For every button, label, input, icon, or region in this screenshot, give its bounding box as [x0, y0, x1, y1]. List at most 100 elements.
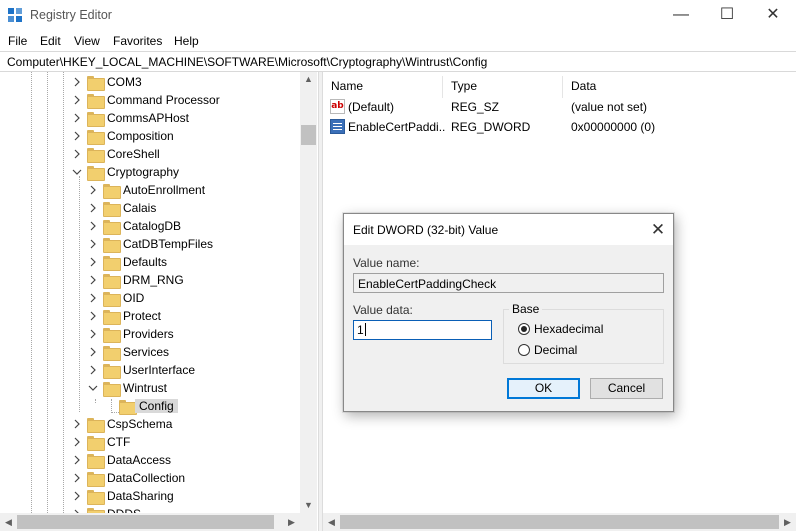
chevron-right-icon[interactable]	[88, 275, 98, 285]
folder-icon	[87, 472, 105, 487]
folder-icon	[103, 292, 121, 307]
tree-item-com3[interactable]: COM3	[0, 73, 300, 91]
scroll-right-icon[interactable]: ▶	[779, 517, 796, 528]
tree-item-oid[interactable]: OID	[0, 289, 300, 307]
tree-item-label: Protect	[123, 309, 162, 323]
tree-item-autoenrollment[interactable]: AutoEnrollment	[0, 181, 300, 199]
tree-item-userinterface[interactable]: UserInterface	[0, 361, 300, 379]
chevron-right-icon[interactable]	[88, 311, 98, 321]
tree-item-label: Wintrust	[123, 381, 168, 395]
chevron-right-icon[interactable]	[88, 185, 98, 195]
chevron-right-icon[interactable]	[72, 437, 82, 447]
hexadecimal-label[interactable]: Hexadecimal	[534, 322, 603, 336]
chevron-right-icon[interactable]	[72, 77, 82, 87]
tree-horizontal-scrollbar[interactable]: ◀ ▶	[0, 513, 300, 531]
tree-item-cspschema[interactable]: CspSchema	[0, 415, 300, 433]
menu-edit[interactable]: Edit	[40, 34, 61, 48]
column-name[interactable]: Name	[331, 79, 363, 93]
tree-item-datacollection[interactable]: DataCollection	[0, 469, 300, 487]
dialog-title-bar: Edit DWORD (32-bit) Value ✕	[344, 214, 673, 245]
chevron-right-icon[interactable]	[72, 95, 82, 105]
tree-item-cryptography[interactable]: Cryptography	[0, 163, 300, 181]
folder-icon	[87, 148, 105, 163]
close-button[interactable]: ✕	[750, 0, 796, 31]
tree-item-composition[interactable]: Composition	[0, 127, 300, 145]
decimal-radio[interactable]	[518, 344, 530, 356]
chevron-right-icon[interactable]	[88, 293, 98, 303]
tree-vertical-scrollbar[interactable]: ▲ ▼	[300, 72, 317, 513]
list-horizontal-scrollbar[interactable]: ◀ ▶	[323, 513, 796, 531]
tree-item-label: CatalogDB	[123, 219, 182, 233]
chevron-right-icon[interactable]	[88, 203, 98, 213]
registry-editor-icon	[8, 8, 23, 23]
tree-item-wintrust[interactable]: Wintrust	[0, 379, 300, 397]
cancel-button[interactable]: Cancel	[590, 378, 663, 399]
ok-button[interactable]: OK	[507, 378, 580, 399]
minimize-button[interactable]: —	[658, 0, 704, 31]
scroll-left-icon[interactable]: ◀	[0, 517, 17, 528]
chevron-right-icon[interactable]	[72, 113, 82, 123]
scroll-down-icon[interactable]: ▼	[300, 500, 317, 510]
menu-view[interactable]: View	[74, 34, 100, 48]
maximize-button[interactable]: ☐	[704, 0, 750, 31]
chevron-down-icon[interactable]	[72, 167, 82, 177]
menu-favorites[interactable]: Favorites	[113, 34, 162, 48]
tree-item-calais[interactable]: Calais	[0, 199, 300, 217]
address-path[interactable]: Computer\HKEY_LOCAL_MACHINE\SOFTWARE\Mic…	[7, 55, 487, 69]
chevron-right-icon[interactable]	[72, 455, 82, 465]
key-tree[interactable]: COM3 Command Processor CommsAPHost Composit…	[0, 72, 318, 531]
value-row-default[interactable]: ab (Default) REG_SZ (value not set)	[323, 97, 796, 117]
tree-item-datasharing[interactable]: DataSharing	[0, 487, 300, 505]
scroll-right-icon[interactable]: ▶	[283, 517, 300, 528]
chevron-right-icon[interactable]	[88, 365, 98, 375]
column-type[interactable]: Type	[451, 79, 477, 93]
chevron-right-icon[interactable]	[72, 473, 82, 483]
chevron-right-icon[interactable]	[72, 419, 82, 429]
tree-item-catdbtempfiles[interactable]: CatDBTempFiles	[0, 235, 300, 253]
dialog-close-icon[interactable]: ✕	[643, 214, 673, 245]
folder-icon	[87, 436, 105, 451]
chevron-right-icon[interactable]	[88, 257, 98, 267]
address-bar[interactable]: Computer\HKEY_LOCAL_MACHINE\SOFTWARE\Mic…	[0, 51, 796, 72]
chevron-right-icon[interactable]	[72, 131, 82, 141]
hexadecimal-radio[interactable]	[518, 323, 530, 335]
tree-item-label: DataSharing	[107, 489, 174, 503]
value-data-input[interactable]: 1	[353, 320, 492, 340]
menu-file[interactable]: File	[8, 34, 27, 48]
chevron-right-icon[interactable]	[88, 239, 98, 249]
tree-item-dataaccess[interactable]: DataAccess	[0, 451, 300, 469]
scroll-up-icon[interactable]: ▲	[300, 74, 317, 84]
chevron-right-icon[interactable]	[72, 491, 82, 501]
tree-item-commsaphost[interactable]: CommsAPHost	[0, 109, 300, 127]
tree-item-config[interactable]: Config	[0, 397, 300, 415]
chevron-right-icon[interactable]	[88, 347, 98, 357]
tree-item-services[interactable]: Services	[0, 343, 300, 361]
chevron-right-icon[interactable]	[72, 149, 82, 159]
chevron-down-icon[interactable]	[88, 383, 98, 393]
tree-item-label: DataCollection	[107, 471, 186, 485]
tree-item-coreshell[interactable]: CoreShell	[0, 145, 300, 163]
column-data[interactable]: Data	[571, 79, 596, 93]
tree-item-defaults[interactable]: Defaults	[0, 253, 300, 271]
tree-item-ctf[interactable]: CTF	[0, 433, 300, 451]
tree-item-label: CoreShell	[107, 147, 160, 161]
value-data-label: Value data:	[353, 303, 413, 317]
tree-item-protect[interactable]: Protect	[0, 307, 300, 325]
tree-item-catalogdb[interactable]: CatalogDB	[0, 217, 300, 235]
folder-icon	[87, 94, 105, 109]
chevron-right-icon[interactable]	[88, 221, 98, 231]
menu-bar: File Edit View Favorites Help	[0, 31, 796, 51]
menu-help[interactable]: Help	[174, 34, 199, 48]
folder-icon	[103, 346, 121, 361]
tree-item-command-processor[interactable]: Command Processor	[0, 91, 300, 109]
tree-scroll-thumb[interactable]	[301, 125, 316, 145]
tree-item-providers[interactable]: Providers	[0, 325, 300, 343]
scroll-left-icon[interactable]: ◀	[323, 517, 340, 528]
tree-hscroll-thumb[interactable]	[17, 515, 274, 529]
tree-item-drm-rng[interactable]: DRM_RNG	[0, 271, 300, 289]
folder-icon	[87, 130, 105, 145]
list-hscroll-thumb[interactable]	[340, 515, 779, 529]
decimal-label[interactable]: Decimal	[534, 343, 577, 357]
value-row-enablecertpadding[interactable]: EnableCertPaddi... REG_DWORD 0x00000000 …	[323, 117, 796, 137]
chevron-right-icon[interactable]	[88, 329, 98, 339]
